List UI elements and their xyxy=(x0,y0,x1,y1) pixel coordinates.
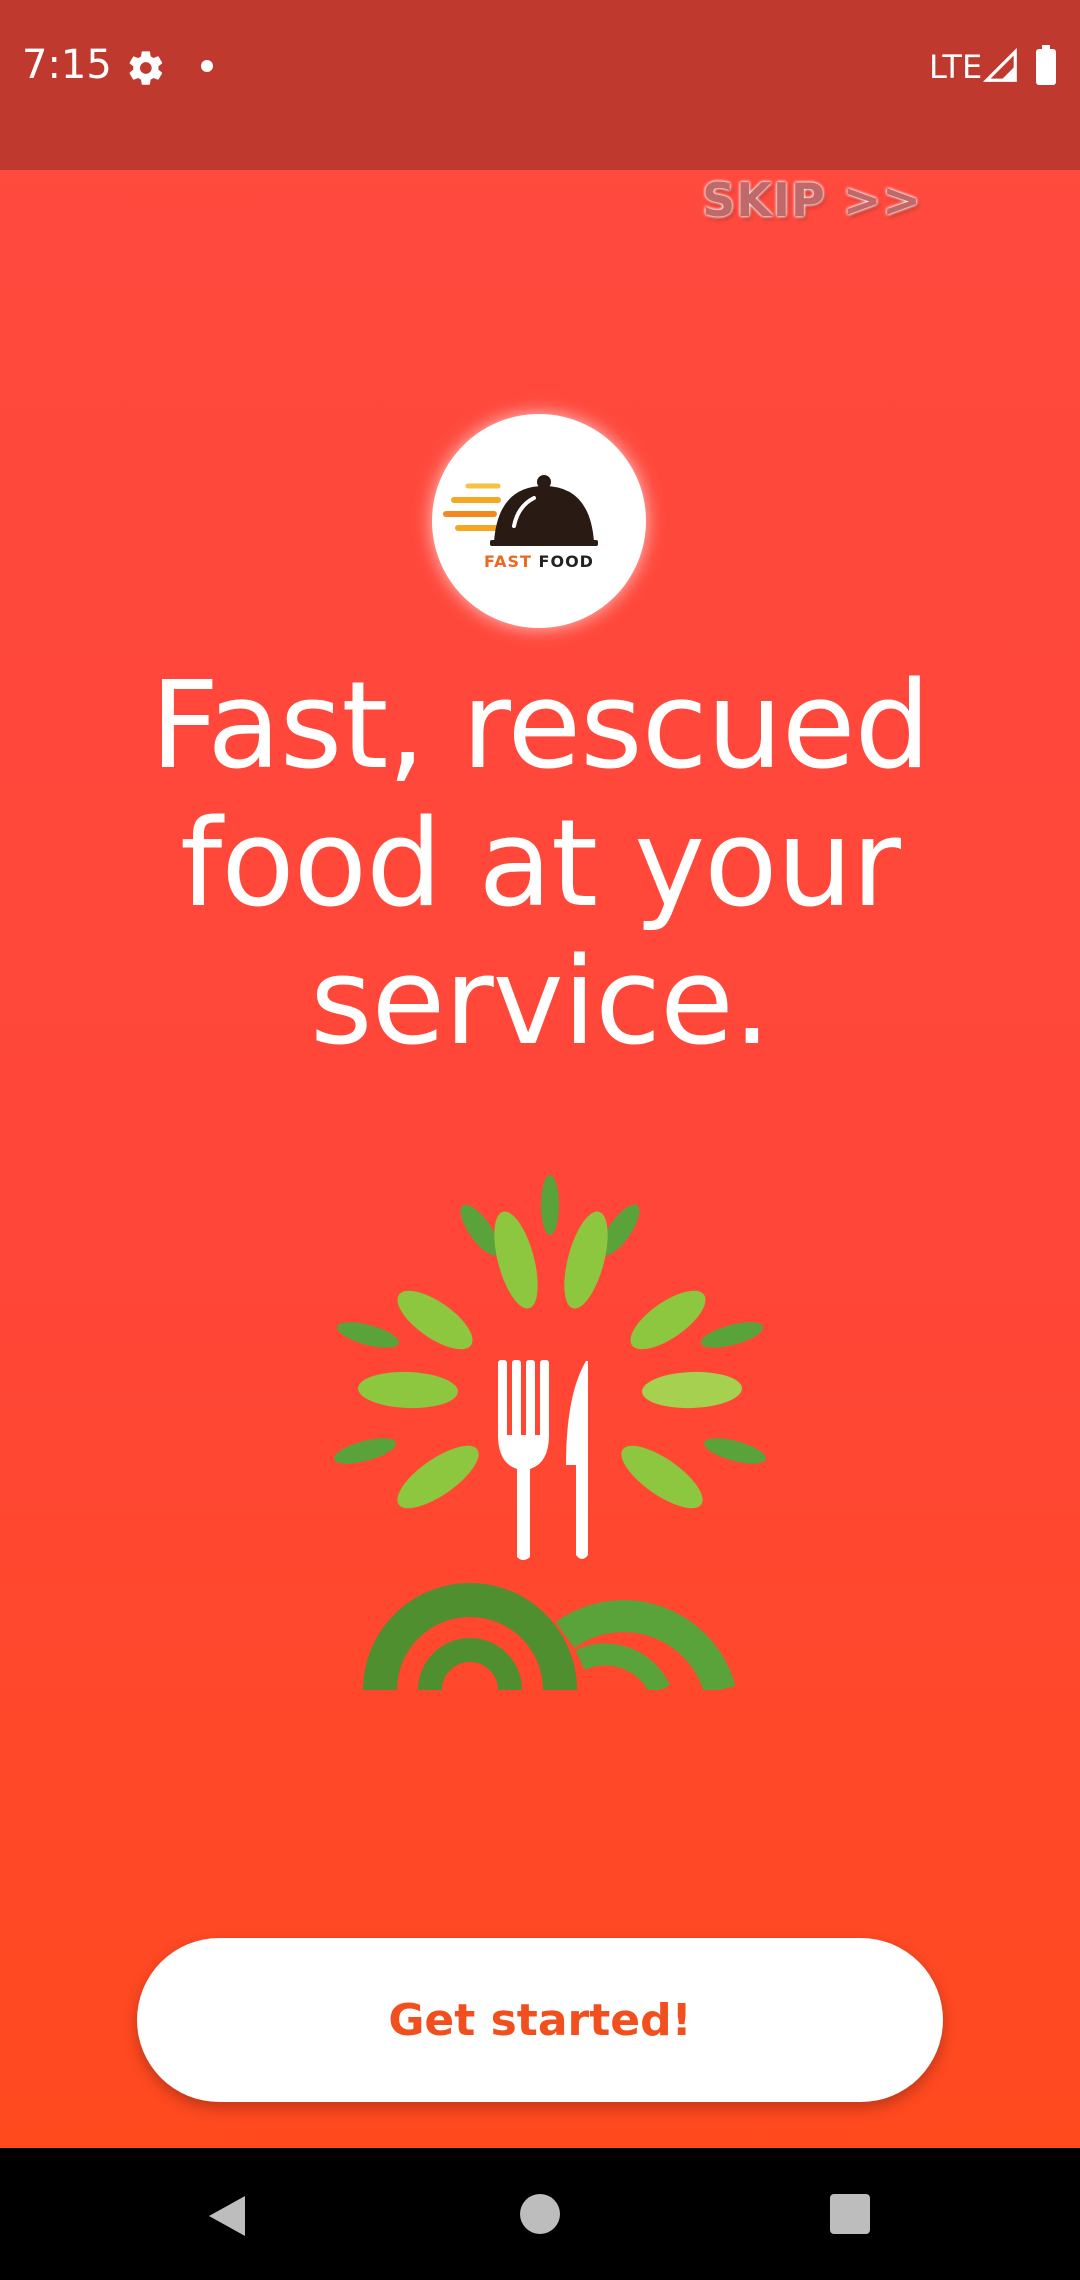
navigation-bar xyxy=(0,2148,1080,2280)
skip-button[interactable]: SKIP >> xyxy=(702,168,921,232)
green-arches xyxy=(363,1583,736,1690)
headline-line-3: service. xyxy=(310,933,771,1072)
fork-knife-leaves-icon xyxy=(333,1175,767,1690)
status-bar: 7:15 LTE xyxy=(0,0,1080,170)
status-time: 7:15 xyxy=(22,42,112,88)
logo-word-fast: FAST xyxy=(484,552,532,571)
logo-wordmark: FAST FOOD xyxy=(432,552,646,571)
onboarding-screen: 7:15 LTE SKIP >> FAST FOOD Fast, rescued… xyxy=(0,0,1080,2280)
fast-food-logo: FAST FOOD xyxy=(432,414,646,628)
battery-icon xyxy=(1036,45,1056,85)
fork-icon xyxy=(498,1360,549,1560)
notification-dot-icon xyxy=(201,60,213,72)
knife-icon xyxy=(566,1361,588,1559)
get-started-label: Get started! xyxy=(388,1994,692,2046)
headline-line-2: food at your xyxy=(180,795,901,934)
gear-icon xyxy=(129,51,163,85)
network-type: LTE xyxy=(929,48,983,86)
home-icon[interactable] xyxy=(520,2194,560,2234)
recents-icon[interactable] xyxy=(830,2194,870,2234)
signal-icon xyxy=(982,47,1017,82)
back-icon[interactable] xyxy=(205,2192,249,2240)
food-cloche-icon xyxy=(443,475,598,546)
logo-word-food: FOOD xyxy=(538,552,594,571)
headline: Fast, rescued food at your service. xyxy=(60,658,1020,1072)
headline-line-1: Fast, rescued xyxy=(150,657,930,796)
get-started-button[interactable]: Get started! xyxy=(137,1938,943,2102)
leaves xyxy=(333,1175,767,1509)
